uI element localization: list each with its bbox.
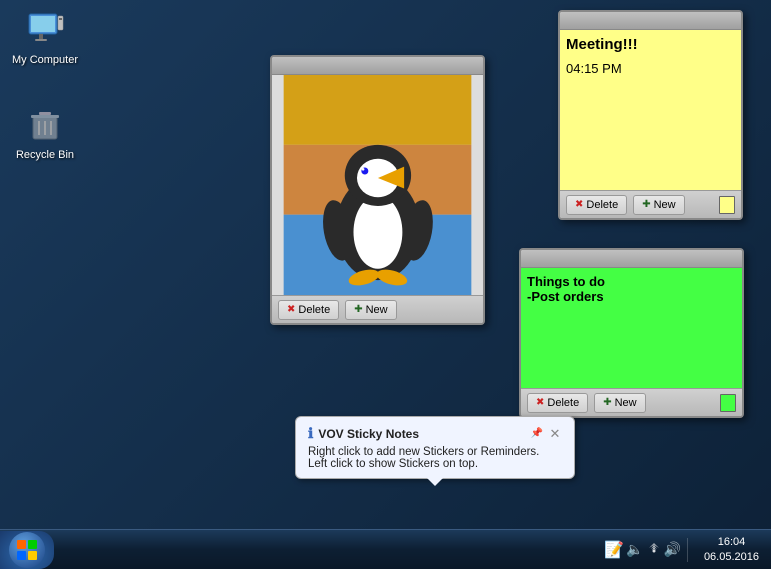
icon-my-computer[interactable]: My Computer	[10, 10, 80, 66]
tooltip-close-button[interactable]: ✕	[548, 427, 562, 441]
yellow-titlebar	[560, 12, 741, 30]
green-delete-button[interactable]: ✖ Delete	[527, 393, 588, 413]
penguin-delete-button[interactable]: ✖ Delete	[278, 300, 339, 320]
tooltip-controls: 📌 ✕	[530, 427, 562, 441]
green-color-swatch[interactable]	[720, 394, 736, 412]
green-new-label: New	[615, 397, 637, 409]
yellow-footer: ✖ Delete ✚ New	[560, 190, 741, 218]
penguin-new-label: New	[366, 304, 388, 316]
icon-recycle-bin[interactable]: Recycle Bin	[10, 105, 80, 161]
recycle-bin-icon	[25, 105, 65, 145]
yellow-line1: Meeting!!!	[566, 36, 735, 53]
my-computer-label: My Computer	[12, 54, 78, 66]
tooltip-title: ℹ VOV Sticky Notes	[308, 425, 419, 442]
green-delete-icon: ✖	[536, 397, 544, 408]
penguin-window: ✖ Delete ✚ New	[270, 55, 485, 325]
new-icon: ✚	[354, 304, 362, 315]
tooltip-header: ℹ VOV Sticky Notes 📌 ✕	[308, 425, 562, 442]
penguin-image-area	[272, 75, 483, 295]
tray-divider	[687, 538, 688, 562]
yellow-delete-button[interactable]: ✖ Delete	[566, 195, 627, 215]
penguin-titlebar	[272, 57, 483, 75]
tooltip-popup: ℹ VOV Sticky Notes 📌 ✕ Right click to ad…	[295, 416, 575, 479]
yellow-line3: 04:15 PM	[566, 61, 735, 76]
yellow-new-label: New	[654, 199, 676, 211]
yellow-content: Meeting!!! 04:15 PM	[560, 30, 741, 190]
recycle-bin-label: Recycle Bin	[16, 149, 74, 161]
penguin-new-button[interactable]: ✚ New	[345, 300, 396, 320]
sticky-note-yellow: Meeting!!! 04:15 PM ✖ Delete ✚ New	[558, 10, 743, 220]
tray-volume-icon[interactable]: 🔈	[626, 541, 643, 558]
system-tray: 📝 🔈 🔊 16:04 06.05.2016	[598, 530, 771, 569]
green-content: Things to do -Post orders	[521, 268, 742, 388]
taskbar: 📝 🔈 🔊 16:04 06.05.2016	[0, 529, 771, 569]
delete-icon: ✖	[287, 304, 295, 315]
tooltip-line2: Left click to show Stickers on top.	[308, 458, 562, 470]
tooltip-line1: Right click to add new Stickers or Remin…	[308, 446, 562, 458]
green-footer: ✖ Delete ✚ New	[521, 388, 742, 416]
sticky-note-green: Things to do -Post orders ✖ Delete ✚ New	[519, 248, 744, 418]
green-new-button[interactable]: ✚ New	[594, 393, 645, 413]
network-icon-svg	[646, 540, 662, 556]
tray-sticky-icon[interactable]: 📝	[604, 540, 624, 560]
green-titlebar	[521, 250, 742, 268]
green-line1: Things to do	[527, 274, 736, 289]
yellow-delete-icon: ✖	[575, 199, 583, 210]
clock-time: 16:04	[718, 535, 746, 549]
windows-logo-icon	[16, 539, 38, 561]
desktop: My Computer Recycle Bin	[0, 0, 771, 529]
green-new-icon: ✚	[603, 397, 611, 408]
penguin-svg	[272, 75, 483, 295]
my-computer-icon	[25, 10, 65, 50]
start-button[interactable]	[0, 531, 54, 569]
yellow-new-icon: ✚	[642, 199, 650, 210]
green-delete-label: Delete	[547, 397, 579, 409]
info-icon: ℹ	[308, 425, 313, 442]
penguin-delete-label: Delete	[298, 304, 330, 316]
start-orb	[9, 532, 45, 568]
yellow-color-swatch[interactable]	[719, 196, 735, 214]
yellow-new-button[interactable]: ✚ New	[633, 195, 684, 215]
clock-date: 06.05.2016	[704, 550, 759, 564]
tooltip-pin-button[interactable]: 📌	[530, 427, 544, 441]
tray-clock[interactable]: 16:04 06.05.2016	[698, 535, 765, 564]
tray-speaker-icon[interactable]: 🔊	[664, 541, 681, 558]
penguin-footer: ✖ Delete ✚ New	[272, 295, 483, 323]
yellow-delete-label: Delete	[586, 199, 618, 211]
green-line2: -Post orders	[527, 289, 736, 304]
tray-network-icon[interactable]	[646, 540, 662, 559]
